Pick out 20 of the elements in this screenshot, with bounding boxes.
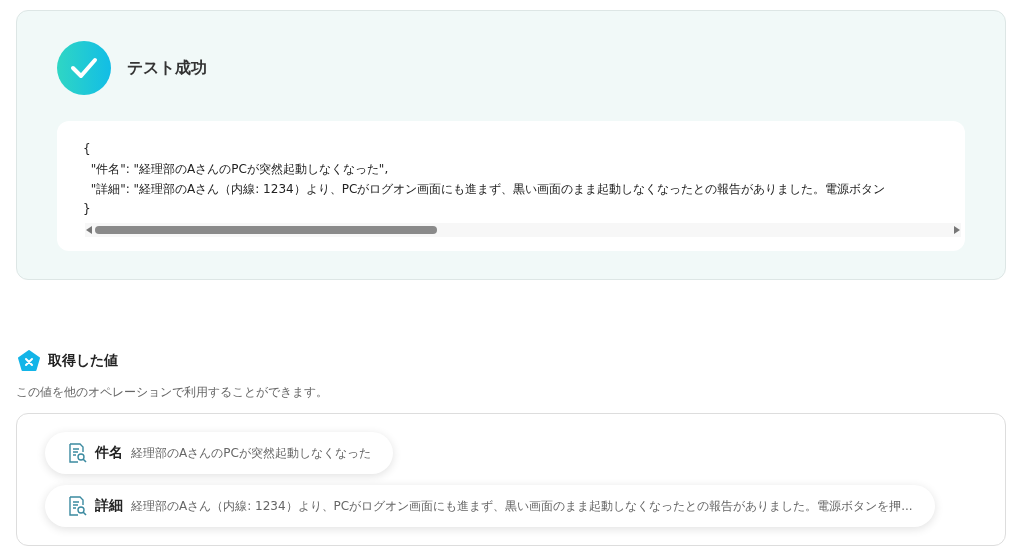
section-title: 取得した値 bbox=[48, 352, 118, 370]
value-chip[interactable]: 詳細 経理部のAさん（内線: 1234）より、PCがログオン画面にも進まず、黒い画面のまま起動しなくなったとの報告がありました。電源ボタンを押... bbox=[45, 485, 935, 527]
value-chip[interactable]: 件名 経理部のAさんのPCが突然起動しなくなった bbox=[45, 432, 393, 474]
scrollbar[interactable] bbox=[85, 223, 961, 237]
document-search-icon bbox=[67, 442, 87, 464]
code-line: "詳細": "経理部のAさん（内線: 1234）より、PCがログオン画面にも進まず、黒い画面のまま起動しなくなったとの報告がありました。電源ボタン bbox=[89, 181, 887, 198]
code-line: } bbox=[83, 201, 92, 218]
pentagon-x-icon bbox=[18, 350, 40, 372]
result-title: テスト成功 bbox=[127, 57, 207, 79]
code-line: { bbox=[83, 141, 92, 158]
check-icon bbox=[57, 41, 111, 95]
code-line: "件名": "経理部のAさんのPCが突然起動しなくなった", bbox=[89, 161, 390, 178]
section-description: この値を他のオペレーションで利用することができます。 bbox=[16, 384, 329, 401]
scroll-right-icon[interactable] bbox=[953, 225, 961, 235]
value-text: 経理部のAさんのPCが突然起動しなくなった bbox=[131, 444, 371, 462]
value-text: 経理部のAさん（内線: 1234）より、PCがログオン画面にも進まず、黒い画面のまま起動しなくなったとの報告がありました。電源ボタンを押... bbox=[131, 497, 913, 515]
value-label: 件名 bbox=[95, 444, 123, 462]
document-search-icon bbox=[67, 495, 87, 517]
scroll-left-icon[interactable] bbox=[85, 225, 93, 235]
value-label: 詳細 bbox=[95, 497, 123, 515]
